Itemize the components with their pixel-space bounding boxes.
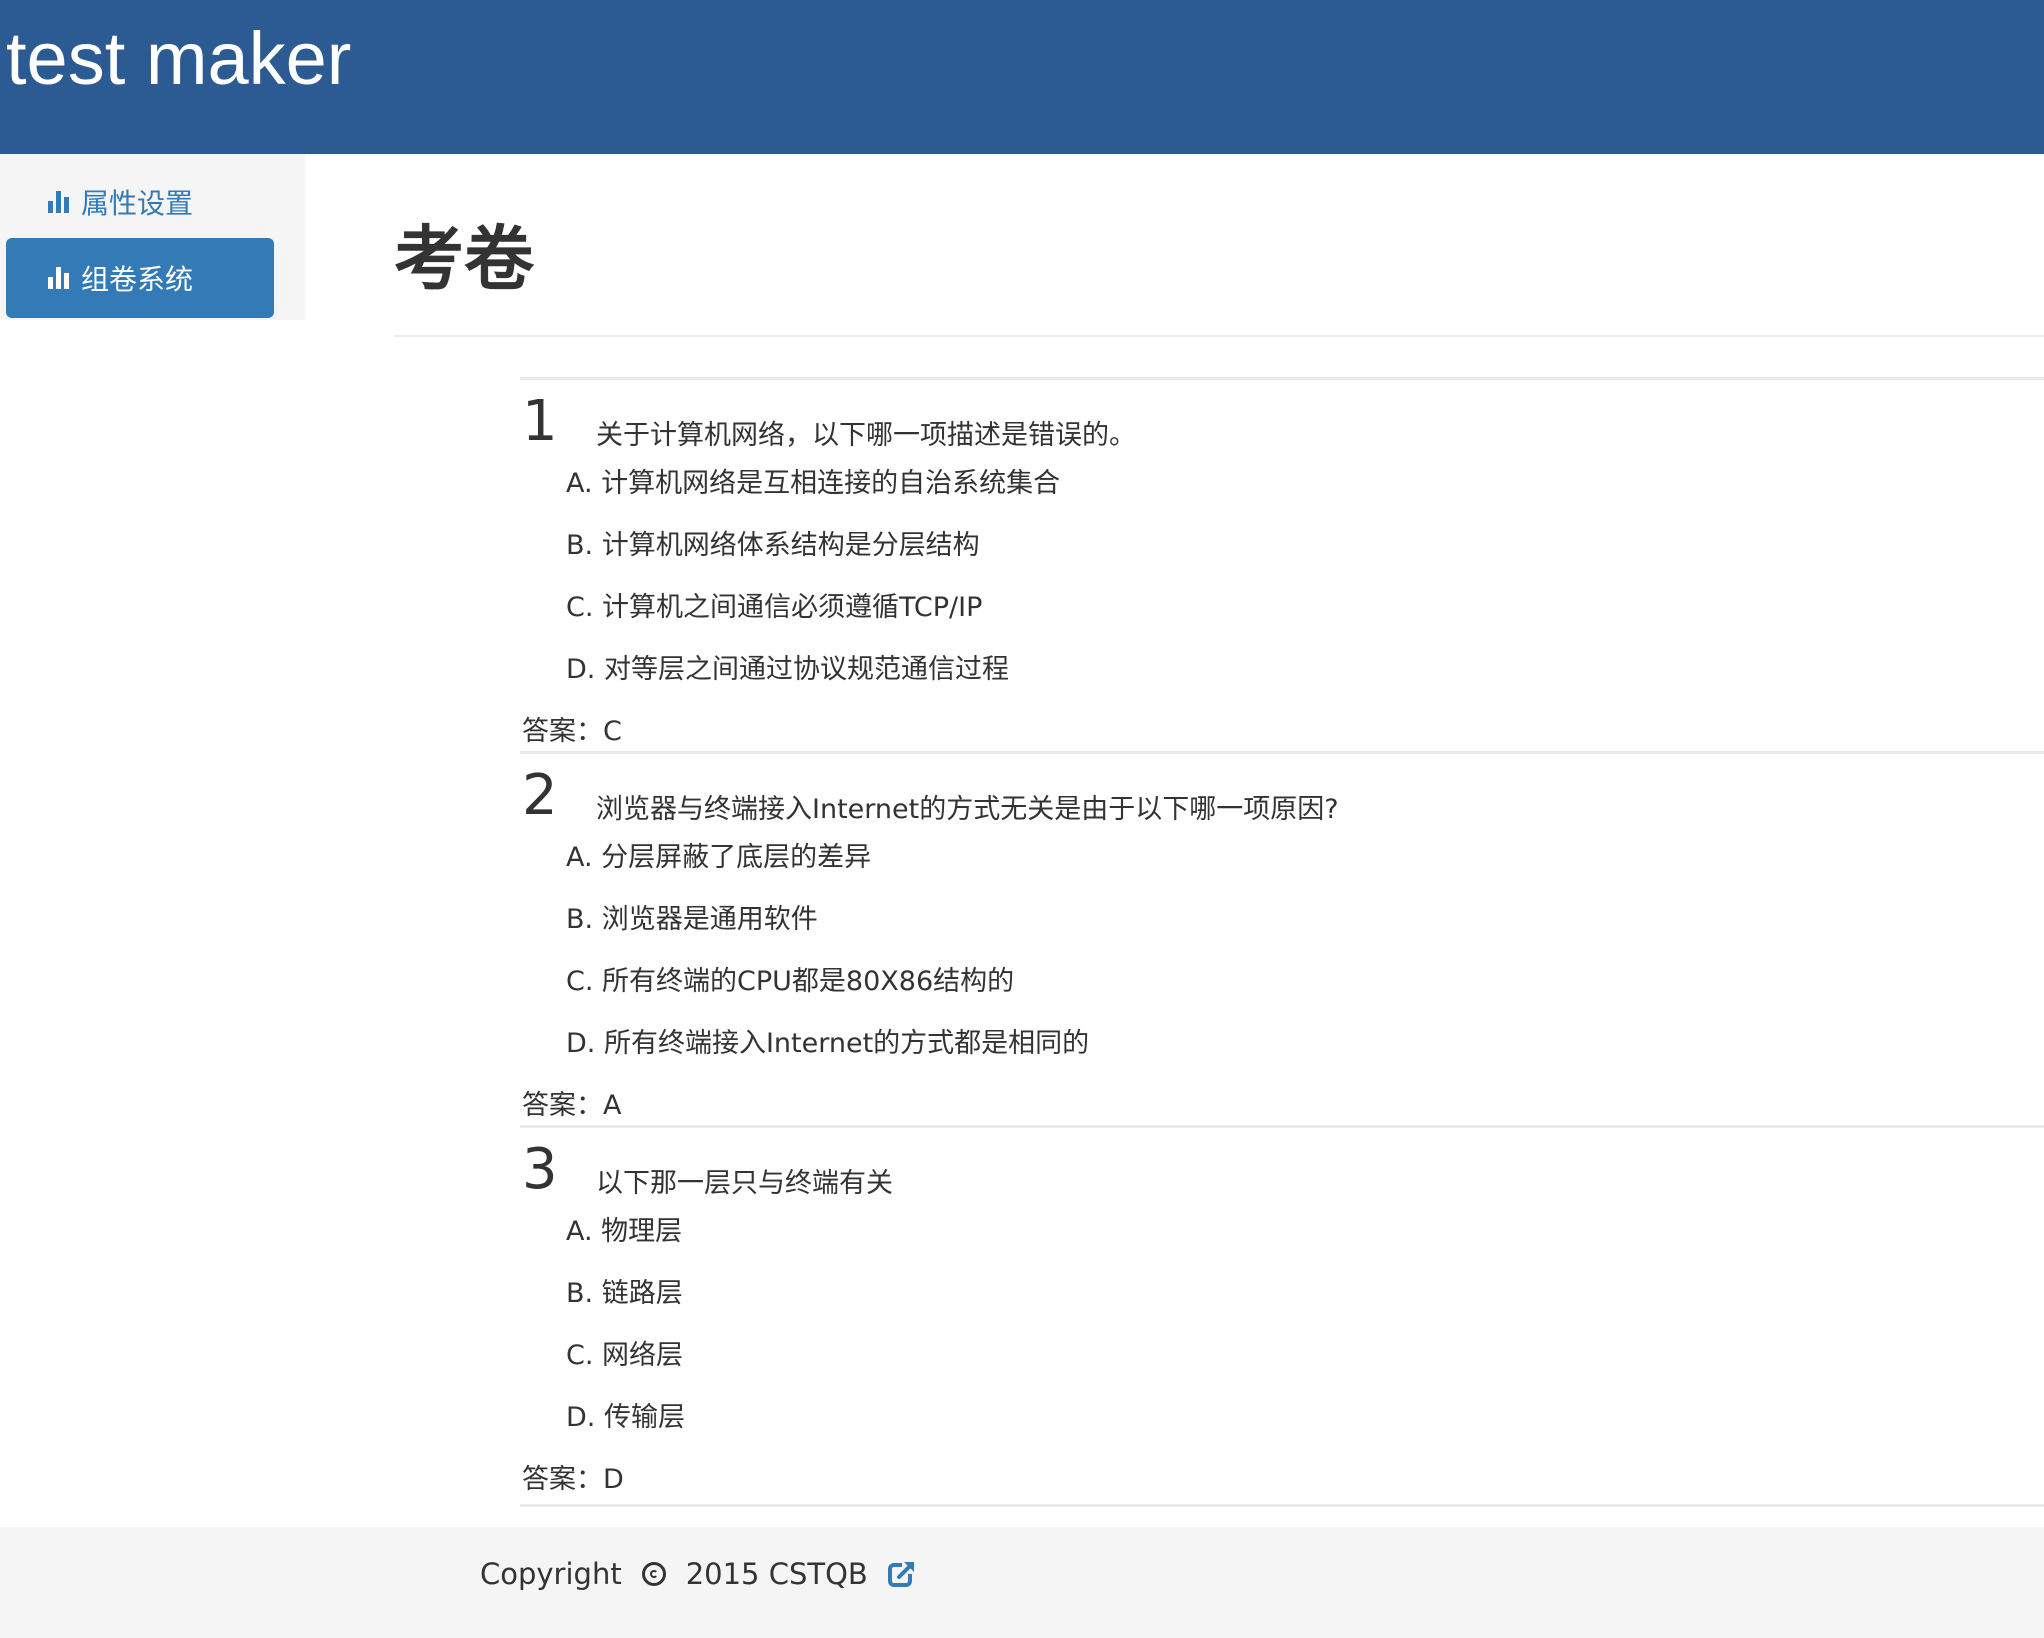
app-title: test maker xyxy=(6,17,352,100)
question-option: B. 计算机网络体系结构是分层结构 xyxy=(566,530,980,561)
question-item: 2 浏览器与终端接入Internet的方式无关是由于以下哪一项原因? A. 分层… xyxy=(520,751,2044,1125)
question-answer: 答案：A xyxy=(522,1090,622,1121)
sidebar: 属性设置 组卷系统 xyxy=(0,154,305,320)
question-item: 3 以下那一层只与终端有关 A. 物理层 B. 链路层 C. 网络层 D. 传输… xyxy=(520,1125,2044,1499)
question-number: 3 xyxy=(522,1137,558,1202)
question-answer: 答案：C xyxy=(522,716,622,747)
footer-content: Copyright 2015 CSTQB xyxy=(480,1557,916,1591)
question-option: A. 计算机网络是互相连接的自治系统集合 xyxy=(566,468,1061,499)
title-divider xyxy=(394,335,2044,337)
question-option: B. 浏览器是通用软件 xyxy=(566,904,818,935)
question-option: D. 所有终端接入Internet的方式都是相同的 xyxy=(566,1028,1090,1059)
question-number: 1 xyxy=(522,389,558,454)
copyright-label: Copyright xyxy=(480,1557,622,1591)
question-answer: 答案：D xyxy=(522,1464,624,1495)
bar-chart-icon xyxy=(48,267,69,289)
sidebar-item-attribute-settings[interactable]: 属性设置 xyxy=(6,162,274,242)
page-title: 考卷 xyxy=(394,218,534,300)
external-link-icon[interactable] xyxy=(887,1560,916,1588)
question-option: D. 对等层之间通过协议规范通信过程 xyxy=(566,654,1009,685)
question-option: A. 物理层 xyxy=(566,1216,683,1247)
sidebar-item-label: 组卷系统 xyxy=(81,263,194,296)
question-option: C. 计算机之间通信必须遵循TCP/IP xyxy=(566,592,983,623)
question-option: B. 链路层 xyxy=(566,1278,683,1309)
question-list: 1 关于计算机网络，以下哪一项描述是错误的。 A. 计算机网络是互相连接的自治系… xyxy=(520,377,2044,1499)
question-item: 1 关于计算机网络，以下哪一项描述是错误的。 A. 计算机网络是互相连接的自治系… xyxy=(520,377,2044,751)
question-number: 2 xyxy=(522,763,558,828)
question-option: A. 分层屏蔽了底层的差异 xyxy=(566,842,872,873)
question-option: C. 所有终端的CPU都是80X86结构的 xyxy=(566,966,1015,997)
question-text: 以下那一层只与终端有关 xyxy=(596,1168,893,1199)
copyright-icon xyxy=(641,1562,666,1586)
question-option: C. 网络层 xyxy=(566,1340,684,1371)
footer-org-text: 2015 CSTQB xyxy=(685,1557,868,1591)
footer: Copyright 2015 CSTQB xyxy=(0,1527,2044,1638)
question-text: 关于计算机网络，以下哪一项描述是错误的。 xyxy=(596,420,1136,451)
app-header: test maker xyxy=(0,0,2044,154)
question-list-divider xyxy=(520,1504,2044,1507)
bar-chart-icon xyxy=(48,191,69,213)
sidebar-item-label: 属性设置 xyxy=(81,187,194,220)
sidebar-item-paper-system[interactable]: 组卷系统 xyxy=(6,238,274,318)
question-option: D. 传输层 xyxy=(566,1402,685,1433)
question-text: 浏览器与终端接入Internet的方式无关是由于以下哪一项原因? xyxy=(596,794,1339,825)
